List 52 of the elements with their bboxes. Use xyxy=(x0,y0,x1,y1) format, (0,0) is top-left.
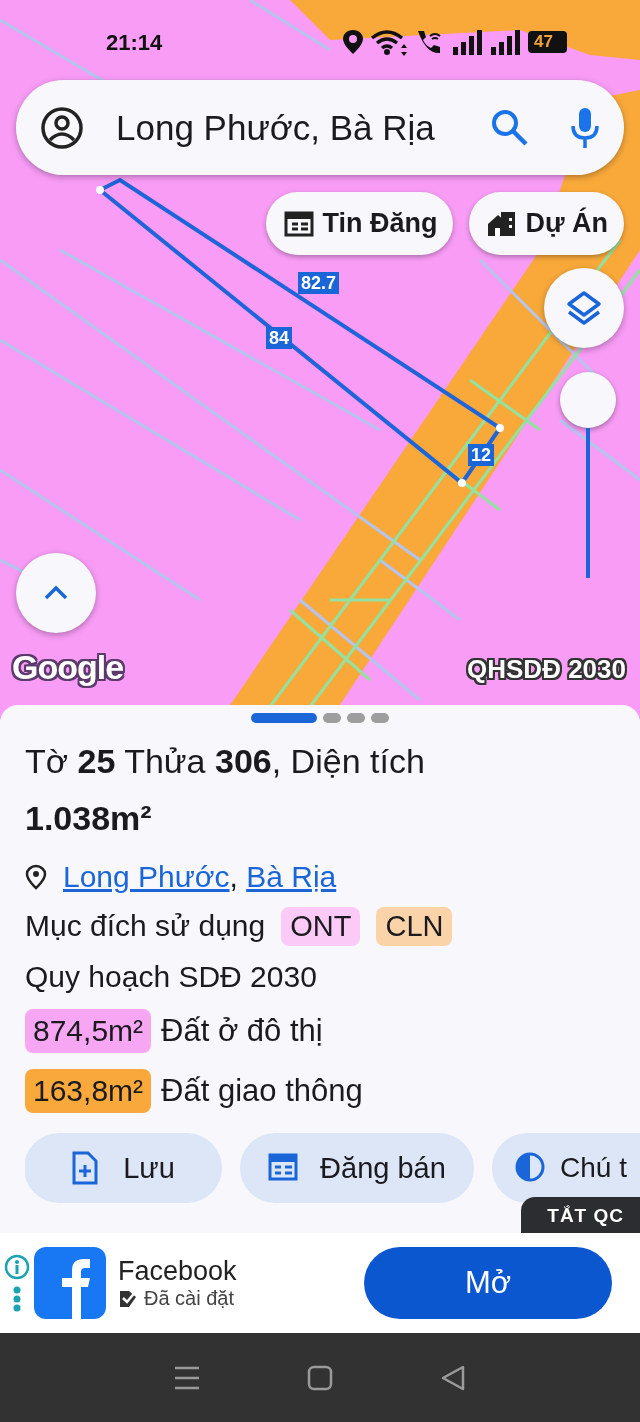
layers-icon xyxy=(566,290,602,326)
action-button[interactable]: Lưu xyxy=(25,1133,222,1203)
land-use-tag: ONT xyxy=(281,906,361,946)
app-icon xyxy=(34,1247,106,1319)
land-use-text: Đất giao thông xyxy=(161,1073,363,1109)
map-logo: Google xyxy=(12,648,124,687)
edge-length-label: 12 xyxy=(468,444,495,466)
zoom-slider-track[interactable] xyxy=(586,428,590,578)
app-name: Facebook xyxy=(118,1256,238,1287)
home-icon[interactable] xyxy=(306,1363,334,1392)
page-indicator[interactable] xyxy=(347,713,365,723)
install-status: Đã cài đặt xyxy=(144,1287,235,1310)
battery-indicator: 47 xyxy=(528,31,567,53)
microphone-icon[interactable] xyxy=(570,106,600,149)
info-icon[interactable] xyxy=(4,1254,30,1280)
page-indicator[interactable] xyxy=(371,713,389,723)
map-filter-chip[interactable]: Dự Án xyxy=(469,192,624,255)
map-filter-chip[interactable]: Tin Đăng xyxy=(266,192,454,255)
location-pin-icon xyxy=(342,29,364,55)
map-layer-label: QHSDĐ 2030 xyxy=(467,654,626,685)
account-icon[interactable] xyxy=(40,105,84,150)
wifi-icon xyxy=(370,28,408,56)
land-use-tag: CLN xyxy=(376,906,453,946)
status-time: 21:14 xyxy=(106,30,163,56)
open-button[interactable]: Mở xyxy=(364,1247,612,1319)
edge-length-label: 84 xyxy=(266,327,293,349)
action-button[interactable]: Đăng bán xyxy=(240,1133,474,1203)
chevron-up-icon xyxy=(43,585,69,601)
location-pin-icon xyxy=(25,864,47,890)
building-icon xyxy=(487,209,518,238)
search-bar[interactable]: Long Phước, Bà Rịa xyxy=(16,80,624,175)
land-use-text: Đất ở đô thị xyxy=(161,1013,323,1049)
area-tag: 874,5m² xyxy=(25,1009,152,1053)
parcel-title: Tờ 25 Thửa 306, Diện tích 1.038m² xyxy=(25,741,426,839)
separator-text: , xyxy=(229,860,239,894)
page-indicator[interactable] xyxy=(251,713,317,723)
menu-icon[interactable] xyxy=(172,1364,201,1391)
page-indicator[interactable] xyxy=(323,713,341,723)
listing-icon xyxy=(284,209,315,238)
signal-icon xyxy=(490,29,522,55)
location-link[interactable]: Bà Rịa xyxy=(246,860,337,894)
area-tag: 163,8m² xyxy=(25,1069,152,1113)
close-ad-button[interactable]: TẮT QC xyxy=(521,1197,640,1233)
location-link[interactable]: Long Phước xyxy=(63,860,230,894)
edge-length-label: 82.7 xyxy=(298,272,340,294)
planning-heading: Quy hoạch SDĐ 2030 xyxy=(25,959,318,995)
action-button[interactable]: Chú t xyxy=(492,1133,640,1203)
signal-icon xyxy=(452,29,484,55)
purpose-label: Mục đích sử dụng xyxy=(25,909,266,943)
installed-check-icon xyxy=(118,1288,138,1309)
search-icon[interactable] xyxy=(490,107,530,148)
more-options-icon[interactable] xyxy=(12,1286,22,1312)
